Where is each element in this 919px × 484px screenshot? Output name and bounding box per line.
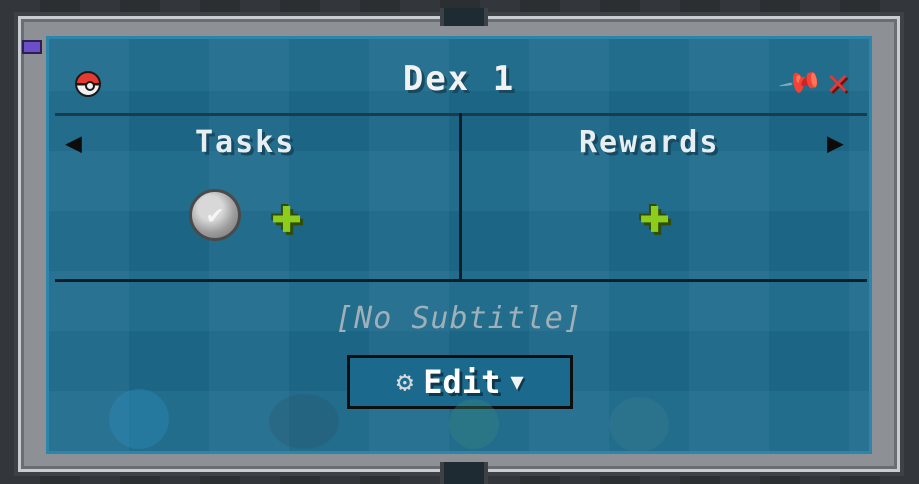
title-row: Dex 1 📌 ✕ bbox=[49, 39, 869, 115]
frame-notch-bottom bbox=[440, 462, 488, 484]
edit-button-label: Edit bbox=[423, 363, 501, 401]
edit-button[interactable]: ⚙ Edit ▼ bbox=[347, 355, 573, 409]
add-task-button[interactable]: ✚ bbox=[271, 189, 302, 241]
quest-panel: Dex 1 📌 ✕ ◀ Tasks Rewards ▶ ✔ ✚ ✚ [No Su… bbox=[46, 36, 872, 454]
add-reward-button[interactable]: ✚ bbox=[639, 189, 670, 241]
divider-middle bbox=[55, 279, 867, 282]
arrow-right-icon[interactable]: ▶ bbox=[827, 129, 844, 157]
tasks-heading: Tasks bbox=[195, 125, 296, 160]
arrow-left-icon[interactable]: ◀ bbox=[65, 129, 82, 157]
frame-gem bbox=[22, 40, 42, 54]
gear-icon: ⚙ bbox=[396, 365, 414, 398]
close-icon[interactable]: ✕ bbox=[827, 65, 849, 101]
dropdown-icon: ▼ bbox=[510, 369, 524, 395]
window-title: Dex 1 bbox=[402, 59, 516, 99]
quest-subtitle[interactable]: [No Subtitle] bbox=[49, 301, 869, 336]
rewards-heading: Rewards bbox=[579, 125, 720, 160]
checkmark-icon: ✔ bbox=[207, 200, 223, 230]
task-checkmark-button[interactable]: ✔ bbox=[189, 189, 241, 241]
frame-notch-top bbox=[440, 8, 488, 26]
divider-vertical bbox=[459, 113, 462, 281]
